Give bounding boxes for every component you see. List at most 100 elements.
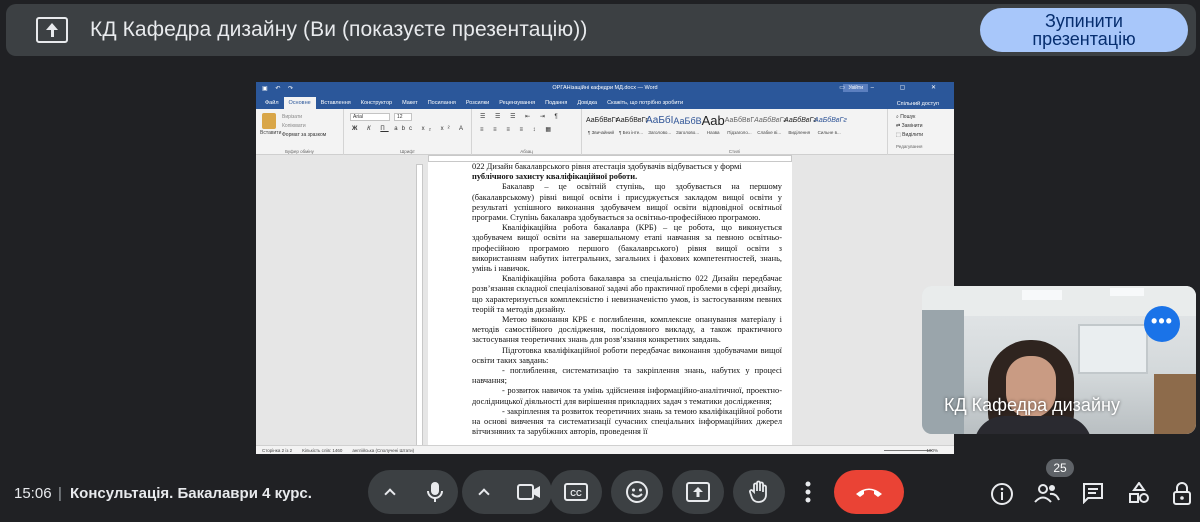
cut-button[interactable]: Вирізати <box>282 113 326 122</box>
raise-hand-button[interactable] <box>733 470 785 514</box>
tab-file[interactable]: Файл <box>260 97 284 109</box>
select-button[interactable]: ⬚ Виділити <box>896 131 923 140</box>
word-ribbon: Вставити Вирізати Копіювати Формат за зр… <box>256 109 954 155</box>
style-intense-emphasis[interactable]: АаБбВвГг Сильне в... <box>814 112 847 142</box>
doc-paragraph: - розвиток навичок та умінь здійснення і… <box>472 386 782 406</box>
video-settings-button[interactable] <box>462 470 506 514</box>
chat-button[interactable] <box>1082 482 1104 509</box>
clipboard-actions: Вирізати Копіювати Формат за зразком <box>282 113 326 140</box>
doc-paragraph: - поглиблення, систематизацію та закріпл… <box>472 366 782 386</box>
camera-button[interactable] <box>506 470 552 514</box>
camera-control-group <box>462 470 552 514</box>
paste-button[interactable]: Вставити <box>260 113 281 137</box>
clipboard-icon <box>262 113 276 129</box>
tab-insert[interactable]: Вставлення <box>316 97 356 109</box>
document-body: 022 Дизайн бакалаврського рівня атестаці… <box>472 162 782 437</box>
raise-hand-icon <box>749 480 767 503</box>
font-size-select[interactable]: 12 <box>394 113 412 121</box>
word-status-bar: Сторінка 2 із 2 Кількість слів: 1460 анг… <box>256 445 954 454</box>
tab-view[interactable]: Подання <box>540 97 572 109</box>
banner-title: КД Кафедра дизайну (Ви (показуєте презен… <box>90 18 588 41</box>
list-buttons[interactable]: ☰ ☰ ☰ ⇤ ⇥ ¶ <box>480 113 562 120</box>
shared-screen-word: ▣ ↶ ↷ ОРГАНізаційні кафедри МД.docx — Wo… <box>256 82 954 454</box>
info-icon <box>991 483 1013 505</box>
tab-references[interactable]: Посилання <box>423 97 461 109</box>
language[interactable]: англійська (Сполучені Штати) <box>352 448 414 453</box>
horizontal-ruler[interactable] <box>428 155 792 162</box>
zoom-slider[interactable] <box>884 450 932 451</box>
window-controls[interactable]: ▭ – ▢ ✕ <box>839 84 948 91</box>
host-controls-button[interactable] <box>1172 482 1192 511</box>
chevron-up-icon <box>384 488 396 500</box>
tab-mailings[interactable]: Розсилки <box>461 97 494 109</box>
meeting-details-button[interactable] <box>990 482 1014 511</box>
replace-button[interactable]: ⇄ Замінити <box>896 122 923 131</box>
ruler-row <box>256 155 954 162</box>
tab-layout[interactable]: Макет <box>397 97 423 109</box>
align-buttons[interactable]: ≡ ≡ ≡ ≡ ↕ ▦ <box>480 126 555 133</box>
ceiling-lamp <box>1022 290 1062 300</box>
people-button[interactable] <box>1034 482 1060 509</box>
word-ribbon-tabs: Файл Основне Вставлення Конструктор Маке… <box>256 95 954 109</box>
doc-paragraph: Метою виконання КРБ є поглиблення, компл… <box>472 315 782 345</box>
styles-gallery: АаБбВвГг ¶ Звичайний АаБбВвГг ¶ Без інте..… <box>586 112 847 142</box>
more-vert-icon <box>805 481 811 503</box>
divider: | <box>58 485 62 502</box>
editing-group-label: Редагування <box>896 144 923 149</box>
zoom-level[interactable]: 100% <box>926 448 938 453</box>
microphone-icon <box>427 482 443 502</box>
style-title[interactable]: Aab Назва <box>702 112 725 142</box>
style-normal[interactable]: АаБбВвГг ¶ Звичайний <box>586 112 618 142</box>
ceiling-lamp <box>1110 288 1144 296</box>
style-no-spacing[interactable]: АаБбВвГг ¶ Без інте... <box>616 112 648 142</box>
tab-help[interactable]: Довідка <box>572 97 602 109</box>
font-format-buttons[interactable]: Ж К П abc x₂ x² A <box>352 126 467 132</box>
tab-review[interactable]: Рецензування <box>494 97 540 109</box>
videocam-icon <box>517 484 540 500</box>
font-group-label: Шрифт <box>400 149 415 154</box>
self-video-tile[interactable]: ••• КД Кафедра дизайну <box>922 286 1196 434</box>
doc-line: публічного захисту кваліфікаційної робот… <box>472 172 638 182</box>
style-emphasis[interactable]: АаБбВвГг Виділення <box>784 112 817 142</box>
doc-paragraph: Кваліфікаційна робота бакалавра за спеці… <box>472 274 782 314</box>
vertical-ruler[interactable] <box>416 164 423 450</box>
font-name-select[interactable]: Arial <box>350 113 390 121</box>
style-subtle-emphasis[interactable]: АаБбВвГг Слабке ві... <box>754 112 787 142</box>
doc-paragraph: Кваліфікаційна робота бакалавра (КРБ) – … <box>472 223 782 274</box>
tab-design[interactable]: Конструктор <box>356 97 397 109</box>
word-count[interactable]: Кількість слів: 1460 <box>302 448 342 453</box>
doc-paragraph: Бакалавр – це освітній ступінь, що здобу… <box>472 182 782 223</box>
tell-me-search[interactable]: Скажіть, що потрібно зробити <box>602 97 688 109</box>
activities-button[interactable] <box>1128 481 1150 509</box>
reactions-button[interactable] <box>611 470 663 514</box>
document-page[interactable]: 022 Дизайн бакалаврського рівня атестаці… <box>428 162 792 448</box>
bottom-control-bar: 15:06 | Консультація. Бакалаври 4 курс. <box>0 462 1200 522</box>
find-button[interactable]: ⌕ Пошук <box>896 113 923 122</box>
leave-call-button[interactable] <box>834 470 904 514</box>
closed-captions-icon: CC <box>564 483 588 501</box>
participant-count-badge: 25 <box>1046 459 1074 477</box>
style-subtitle[interactable]: АаБбВвГ Підзаголо... <box>725 112 754 142</box>
copy-button[interactable]: Копіювати <box>282 122 326 131</box>
page-count[interactable]: Сторінка 2 із 2 <box>262 448 292 453</box>
tile-more-options-button[interactable]: ••• <box>1144 306 1180 342</box>
tab-home[interactable]: Основне <box>283 97 316 109</box>
chat-icon <box>1083 483 1103 505</box>
stop-presenting-button[interactable]: Зупинити презентацію <box>980 8 1188 52</box>
meet-stage: КД Кафедра дизайну (Ви (показуєте презен… <box>0 0 1200 522</box>
style-heading-1[interactable]: АаБбI Заголово... <box>646 112 673 142</box>
doc-paragraph: Підготовка кваліфікаційної роботи передб… <box>472 345 782 365</box>
audio-settings-button[interactable] <box>368 470 412 514</box>
meeting-clock: 15:06 <box>14 485 52 502</box>
present-screen-icon <box>686 482 710 502</box>
paragraph-group: ☰ ☰ ☰ ⇤ ⇥ ¶ ≡ ≡ ≡ ≡ ↕ ▦ Абзац <box>472 109 582 155</box>
format-painter-button[interactable]: Формат за зразком <box>282 131 326 140</box>
mic-control-group <box>368 470 458 514</box>
more-options-button[interactable] <box>790 470 826 514</box>
people-icon <box>1034 484 1060 503</box>
clipboard-group-label: Буфер обміну <box>285 149 314 154</box>
style-heading-2[interactable]: АаБбВ Заголово... <box>673 112 701 142</box>
present-now-button[interactable] <box>672 470 724 514</box>
captions-button[interactable]: CC <box>550 470 602 514</box>
microphone-button[interactable] <box>412 470 458 514</box>
